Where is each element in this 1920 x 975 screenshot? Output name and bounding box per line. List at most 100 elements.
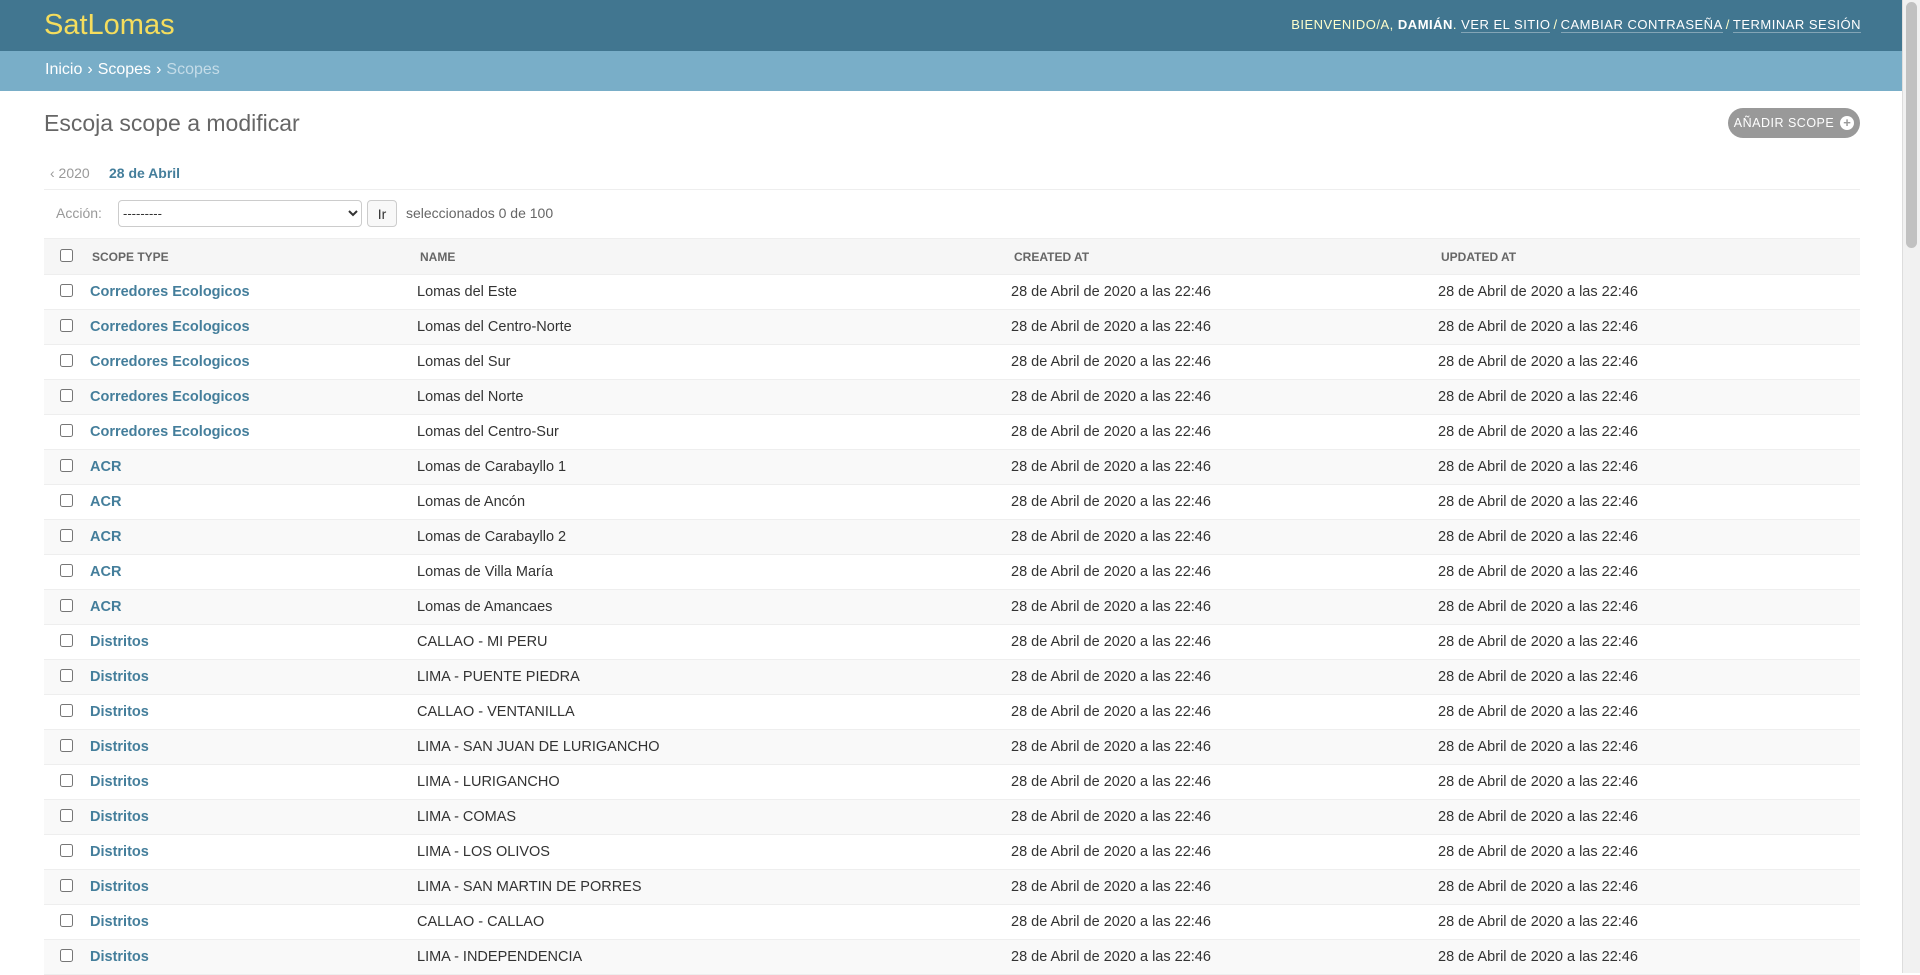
- row-checkbox[interactable]: [59, 808, 73, 822]
- scope-type-cell: ACR: [88, 519, 416, 555]
- created-at-cell: 28 de Abril de 2020 a las 22:46: [1010, 939, 1437, 975]
- row-checkbox[interactable]: [59, 493, 73, 507]
- created-at-cell: 28 de Abril de 2020 a las 22:46: [1010, 519, 1437, 555]
- name-cell: Lomas de Carabayllo 1: [416, 449, 1010, 485]
- scope-type-link[interactable]: Distritos: [88, 879, 149, 895]
- created-at-cell: 28 de Abril de 2020 a las 22:46: [1010, 764, 1437, 800]
- column-header-updated-at[interactable]: UPDATED AT: [1437, 238, 1860, 275]
- scope-type-cell: Corredores Ecologicos: [88, 344, 416, 380]
- scope-type-cell: Distritos: [88, 659, 416, 695]
- table-row: Distritos CALLAO - VENTANILLA 28 de Abril …: [44, 694, 1860, 730]
- row-checkbox[interactable]: [59, 738, 73, 752]
- row-checkbox[interactable]: [59, 843, 73, 857]
- table-row: Distritos LIMA - INDEPENDENCIA 28 de Abril…: [44, 939, 1860, 975]
- row-checkbox[interactable]: [59, 283, 73, 297]
- action-label: Acción:: [56, 205, 102, 221]
- row-checkbox[interactable]: [59, 528, 73, 542]
- created-at-cell: 28 de Abril de 2020 a las 22:46: [1010, 904, 1437, 940]
- created-at-cell: 28 de Abril de 2020 a las 22:46: [1010, 274, 1437, 310]
- row-checkbox[interactable]: [59, 423, 73, 437]
- column-header-scope-type[interactable]: SCOPE TYPE: [88, 238, 416, 275]
- updated-at-cell: 28 de Abril de 2020 a las 22:46: [1437, 834, 1860, 870]
- logout-link[interactable]: TERMINAR SESIÓN: [1732, 17, 1861, 33]
- go-button[interactable]: Ir: [367, 200, 397, 227]
- table-row: Corredores Ecologicos Lomas del Norte 28 d…: [44, 379, 1860, 415]
- scope-type-link[interactable]: Distritos: [88, 774, 149, 790]
- row-checkbox[interactable]: [59, 388, 73, 402]
- row-checkbox[interactable]: [59, 913, 73, 927]
- welcome-text: BIENVENIDO/A,: [1291, 17, 1394, 32]
- row-select-cell: [44, 589, 88, 625]
- scope-type-link[interactable]: Corredores Ecologicos: [88, 354, 250, 370]
- scope-type-link[interactable]: Distritos: [88, 949, 149, 965]
- row-checkbox[interactable]: [59, 633, 73, 647]
- breadcrumb-home[interactable]: Inicio: [45, 61, 82, 78]
- column-header-created-at[interactable]: CREATED AT: [1010, 238, 1437, 275]
- select-all-checkbox[interactable]: [59, 248, 73, 262]
- created-at-cell: 28 de Abril de 2020 a las 22:46: [1010, 379, 1437, 415]
- scope-type-link[interactable]: Distritos: [88, 809, 149, 825]
- action-select[interactable]: ---------: [118, 200, 362, 227]
- scope-type-link[interactable]: Corredores Ecologicos: [88, 424, 250, 440]
- row-checkbox[interactable]: [59, 878, 73, 892]
- name-cell: LIMA - SAN JUAN DE LURIGANCHO: [416, 729, 1010, 765]
- scope-type-cell: Distritos: [88, 764, 416, 800]
- scope-type-link[interactable]: ACR: [88, 529, 121, 545]
- column-header-name[interactable]: NAME: [416, 238, 1010, 275]
- scope-type-link[interactable]: Corredores Ecologicos: [88, 319, 250, 335]
- scrollbar[interactable]: [1902, 0, 1920, 973]
- scope-type-link[interactable]: Corredores Ecologicos: [88, 284, 250, 300]
- scope-type-cell: Distritos: [88, 904, 416, 940]
- breadcrumb: Inicio › Scopes › Scopes: [0, 51, 1902, 91]
- row-checkbox[interactable]: [59, 563, 73, 577]
- row-checkbox[interactable]: [59, 353, 73, 367]
- scope-type-link[interactable]: Distritos: [88, 844, 149, 860]
- row-select-cell: [44, 659, 88, 695]
- updated-at-cell: 28 de Abril de 2020 a las 22:46: [1437, 449, 1860, 485]
- created-at-cell: 28 de Abril de 2020 a las 22:46: [1010, 309, 1437, 345]
- row-checkbox[interactable]: [59, 773, 73, 787]
- scope-type-link[interactable]: ACR: [88, 564, 121, 580]
- site-brand[interactable]: SatLomas: [44, 9, 175, 42]
- row-checkbox[interactable]: [59, 318, 73, 332]
- view-site-link[interactable]: VER EL SITIO: [1461, 17, 1551, 33]
- row-checkbox[interactable]: [59, 948, 73, 962]
- scope-type-link[interactable]: Distritos: [88, 634, 149, 650]
- row-select-cell: [44, 309, 88, 345]
- updated-at-cell: 28 de Abril de 2020 a las 22:46: [1437, 379, 1860, 415]
- scope-type-link[interactable]: Distritos: [88, 669, 149, 685]
- row-select-cell: [44, 834, 88, 870]
- created-at-cell: 28 de Abril de 2020 a las 22:46: [1010, 624, 1437, 660]
- date-back-link[interactable]: ‹ 2020: [50, 165, 90, 181]
- row-checkbox[interactable]: [59, 703, 73, 717]
- scope-type-link[interactable]: Distritos: [88, 739, 149, 755]
- scope-type-cell: ACR: [88, 554, 416, 590]
- scope-type-link[interactable]: ACR: [88, 599, 121, 615]
- name-cell: CALLAO - CALLAO: [416, 904, 1010, 940]
- date-current: 28 de Abril: [109, 165, 181, 181]
- scope-type-link[interactable]: ACR: [88, 494, 121, 510]
- updated-at-cell: 28 de Abril de 2020 a las 22:46: [1437, 799, 1860, 835]
- row-checkbox[interactable]: [59, 668, 73, 682]
- scope-type-link[interactable]: Corredores Ecologicos: [88, 389, 250, 405]
- selection-counter: seleccionados 0 de 100: [406, 205, 554, 221]
- updated-at-cell: 28 de Abril de 2020 a las 22:46: [1437, 729, 1860, 765]
- scope-type-link[interactable]: Distritos: [88, 914, 149, 930]
- breadcrumb-current: Scopes: [166, 61, 220, 78]
- table-row: Corredores Ecologicos Lomas del Centro-No…: [44, 309, 1860, 345]
- updated-at-cell: 28 de Abril de 2020 a las 22:46: [1437, 694, 1860, 730]
- name-cell: LIMA - COMAS: [416, 799, 1010, 835]
- add-scope-button[interactable]: AÑADIR SCOPE +: [1728, 108, 1860, 138]
- created-at-cell: 28 de Abril de 2020 a las 22:46: [1010, 729, 1437, 765]
- scope-type-link[interactable]: ACR: [88, 459, 121, 475]
- row-checkbox[interactable]: [59, 458, 73, 472]
- scrollbar-thumb[interactable]: [1906, 2, 1917, 248]
- change-password-link[interactable]: CAMBIAR CONTRASEÑA: [1560, 17, 1723, 33]
- created-at-cell: 28 de Abril de 2020 a las 22:46: [1010, 589, 1437, 625]
- row-checkbox[interactable]: [59, 598, 73, 612]
- row-select-cell: [44, 939, 88, 975]
- table-row: ACR Lomas de Carabayllo 1 28 de Abril de 2…: [44, 449, 1860, 485]
- scope-type-link[interactable]: Distritos: [88, 704, 149, 720]
- breadcrumb-app[interactable]: Scopes: [98, 61, 151, 78]
- updated-at-cell: 28 de Abril de 2020 a las 22:46: [1437, 554, 1860, 590]
